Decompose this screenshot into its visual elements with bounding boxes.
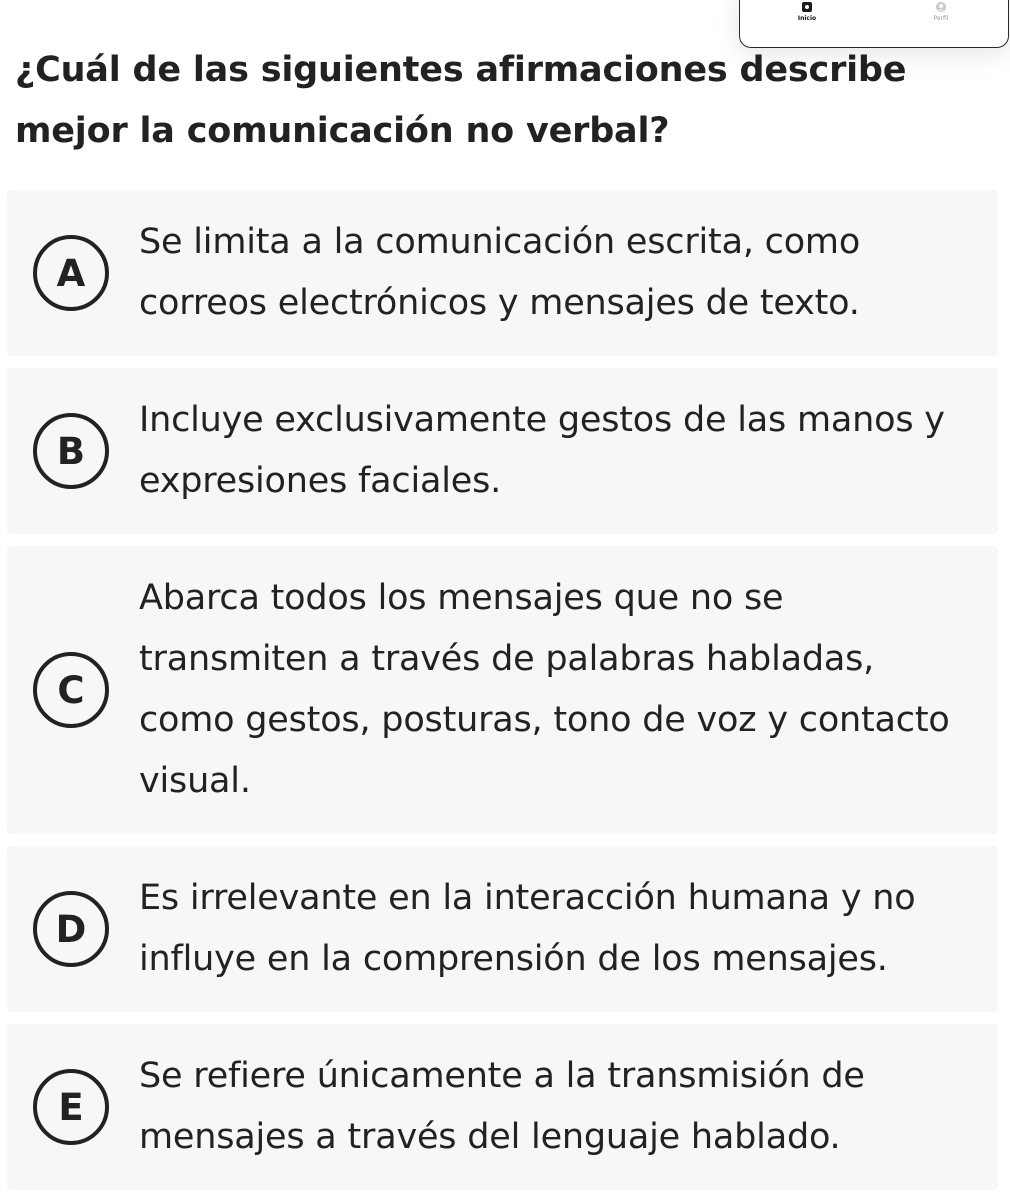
option-c[interactable]: C Abarca todos los mensajes que no se tr… <box>7 546 998 834</box>
option-letter-a: A <box>33 235 109 311</box>
option-text-d: Es irrelevante en la interacción humana … <box>139 878 916 979</box>
question-text: ¿Cuál de las siguientes afirmaciones des… <box>15 50 907 151</box>
nav-label-inicio: Inicio <box>797 15 817 22</box>
option-e[interactable]: E Se refiere únicamente a la transmisión… <box>7 1024 998 1190</box>
profile-icon <box>936 2 946 12</box>
nav-label-perfil: Perfil <box>933 15 949 22</box>
bottom-nav: Inicio Perfil <box>739 0 1009 48</box>
option-letter-b: B <box>33 413 109 489</box>
option-letter-e: E <box>33 1069 109 1145</box>
home-icon <box>802 2 812 12</box>
nav-item-inicio[interactable]: Inicio <box>777 1 837 23</box>
option-d[interactable]: D Es irrelevante en la interacción human… <box>7 846 998 1012</box>
quiz-page: Inicio Perfil ¿Cuál de las siguientes af… <box>0 0 1010 1193</box>
option-text-e: Se refiere únicamente a la transmisión d… <box>139 1056 865 1157</box>
option-text-b: Incluye exclusivamente gestos de las man… <box>139 400 945 501</box>
option-a[interactable]: A Se limita a la comunicación escrita, c… <box>7 190 998 356</box>
option-letter-c: C <box>33 652 109 728</box>
answer-options: A Se limita a la comunicación escrita, c… <box>7 190 998 1193</box>
option-text-a: Se limita a la comunicación escrita, com… <box>139 222 861 323</box>
option-b[interactable]: B Incluye exclusivamente gestos de las m… <box>7 368 998 534</box>
option-text-c: Abarca todos los mensajes que no se tran… <box>139 578 950 801</box>
nav-item-perfil[interactable]: Perfil <box>911 1 971 23</box>
option-letter-d: D <box>33 891 109 967</box>
